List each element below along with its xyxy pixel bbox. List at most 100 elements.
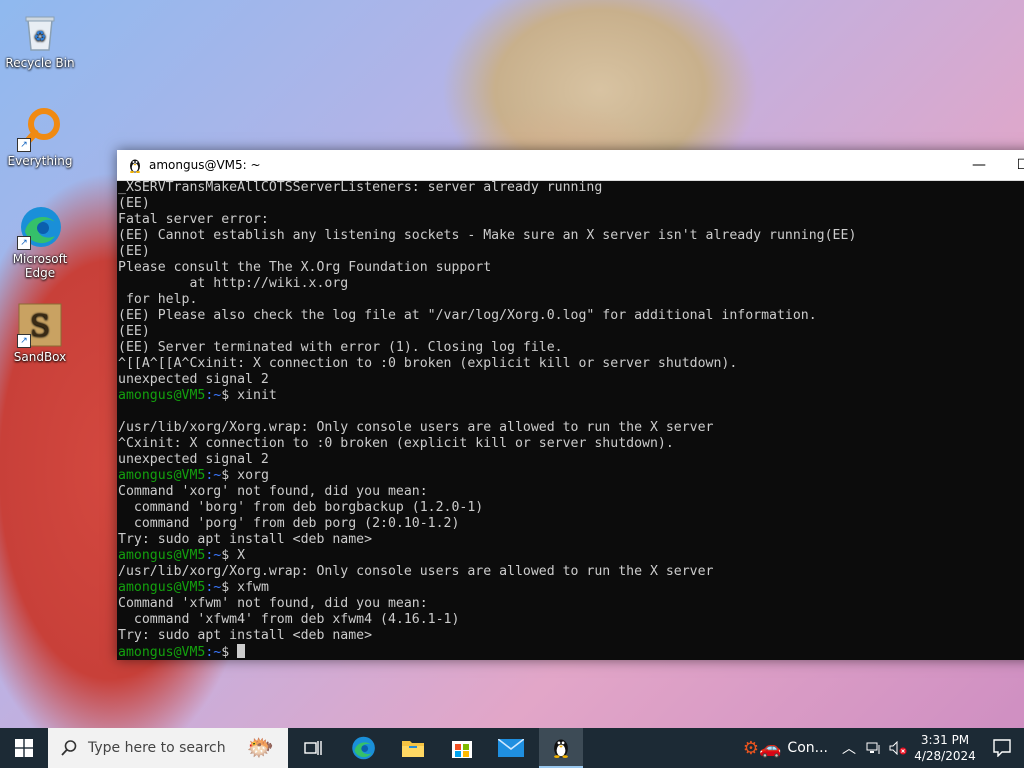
edge-icon [352,736,375,760]
tux-icon [127,157,143,173]
prompt-line: amongus@VM5:~$ X [118,548,1023,564]
prompt-symbol: $ [221,645,230,660]
desktop-icon-microsoft-edge[interactable]: ↗ Microsoft Edge [4,204,76,280]
prompt-path: :~ [205,580,222,595]
output-line: (EE) Cannot establish any listening sock… [118,228,857,243]
shortcut-arrow-icon: ↗ [17,138,31,152]
command-text: X [229,548,246,563]
output-line: /usr/lib/xorg/Xorg.wrap: Only console us… [118,564,714,579]
prompt-path: :~ [205,468,222,483]
magnifier-icon: ↗ [17,106,63,152]
start-button[interactable] [0,728,48,768]
prompt-user: amongus@VM5 [118,645,206,660]
network-icon[interactable] [862,728,886,768]
window-title: amongus@VM5: ~ [149,158,261,172]
edge-icon: ↗ [17,204,63,250]
prompt-user: amongus@VM5 [118,388,206,403]
output-line: Try: sudo apt install <deb name> [118,628,373,643]
clock-time: 3:31 PM [920,733,970,747]
terminal-cursor [237,644,246,658]
taskbar-mail[interactable] [486,728,536,768]
volume-muted-icon[interactable] [886,728,910,768]
maximize-button[interactable]: ☐ [1001,150,1024,180]
taskbar-task-view[interactable] [288,728,338,768]
taskbar-clock[interactable]: 3:31 PM 4/28/2024 [910,728,980,768]
shortcut-arrow-icon: ↗ [17,236,31,250]
command-text: xinit [229,388,277,403]
output-line: Fatal server error: [118,212,269,227]
notification-item-label: Con... [787,740,828,756]
desktop-icon-label: Everything [7,154,73,168]
output-line: ^Cxinit: X connection to :0 broken (expl… [118,436,674,451]
output-line: (EE) Please also check the log file at "… [118,308,817,323]
output-line: Command 'xfwm' not found, did you mean: [118,596,428,611]
file-explorer-icon [402,741,424,757]
command-text: xfwm [229,580,269,595]
sandbox-icon: S ↗ [17,302,63,348]
output-line: at http://wiki.x.org [118,276,349,291]
command-text: xorg [229,468,269,483]
search-highlight-icon: 🐡 [246,735,274,761]
prompt-symbol: $ [221,548,230,563]
prompt-symbol: $ [221,580,230,595]
notification-icon [993,739,1011,757]
terminal-output[interactable]: _XSERVTransMakeAllCOTSServerListeners: s… [118,180,1023,660]
microsoft-store-icon [452,741,472,758]
taskbar-store[interactable] [438,728,486,768]
prompt-path: :~ [205,388,222,403]
task-view-icon [304,741,322,755]
output-line: Command 'xorg' not found, did you mean: [118,484,428,499]
prompt-user: amongus@VM5 [118,580,206,595]
output-line: (EE) [118,244,150,259]
terminal-titlebar[interactable]: amongus@VM5: ~ — ☐ [117,150,1024,181]
output-line: unexpected signal 2 [118,372,269,387]
windows-logo-icon [15,739,33,757]
output-line: ^[[A^[[A^Cxinit: X connection to :0 brok… [118,356,738,371]
mail-icon [498,739,524,757]
search-placeholder: Type here to search [88,740,226,756]
desktop-icon-sandbox[interactable]: S ↗ SandBox [4,302,76,364]
output-line: for help. [118,292,198,307]
prompt-line: amongus@VM5:~$ xorg [118,468,1023,484]
prompt-user: amongus@VM5 [118,548,206,563]
terminal-window[interactable]: amongus@VM5: ~ — ☐ _XSERVTransMakeAllCOT… [117,150,1024,660]
output-line: (EE) [118,196,150,211]
taskbar-notification-item[interactable]: ⚙🚗 Con... [735,728,836,768]
taskbar: Type here to search 🐡 ⚙🚗 Con... ︿ 3:31 P… [0,728,1024,768]
prompt-line: amongus@VM5:~$ xinit [118,388,1023,404]
shortcut-arrow-icon: ↗ [17,334,31,348]
svg-text:S: S [30,309,51,344]
desktop-icon-label: SandBox [13,350,67,364]
desktop-icon-recycle-bin[interactable]: ♻ Recycle Bin [4,8,76,70]
svg-text:♻: ♻ [34,29,47,45]
output-line: (EE) [118,324,150,339]
taskbar-file-explorer[interactable] [388,728,438,768]
taskbar-terminal[interactable] [539,728,583,768]
prompt-path: :~ [205,645,222,660]
desktop-icon-label: Recycle Bin [5,56,75,70]
output-line: command 'porg' from deb porg (2:0.10-1.2… [118,516,460,531]
tux-icon [554,739,568,758]
output-line: _XSERVTransMakeAllCOTSServerListeners: s… [118,180,603,195]
prompt-line: amongus@VM5:~$ [118,644,1023,660]
prompt-line: amongus@VM5:~$ xfwm [118,580,1023,596]
prompt-symbol: $ [221,388,230,403]
output-line: command 'xfwm4' from deb xfwm4 (4.16.1-1… [118,612,460,627]
clock-date: 4/28/2024 [914,749,976,763]
notification-center-button[interactable] [980,728,1024,768]
desktop-icon-label: Microsoft Edge [12,252,68,280]
taskbar-search-box[interactable]: Type here to search 🐡 [48,728,288,768]
taskbar-edge[interactable] [338,728,388,768]
minimize-button[interactable]: — [957,150,1001,180]
output-line: Please consult the The X.Org Foundation … [118,260,492,275]
sandbox-red-icon: ⚙🚗 [742,737,782,759]
prompt-symbol: $ [221,468,230,483]
command-text [229,645,237,660]
chevron-up-icon[interactable]: ︿ [836,728,862,768]
desktop-icon-everything[interactable]: ↗ Everything [4,106,76,168]
output-line: unexpected signal 2 [118,452,269,467]
output-line: command 'borg' from deb borgbackup (1.2.… [118,500,484,515]
output-line: /usr/lib/xorg/Xorg.wrap: Only console us… [118,420,714,435]
search-icon [61,740,77,756]
